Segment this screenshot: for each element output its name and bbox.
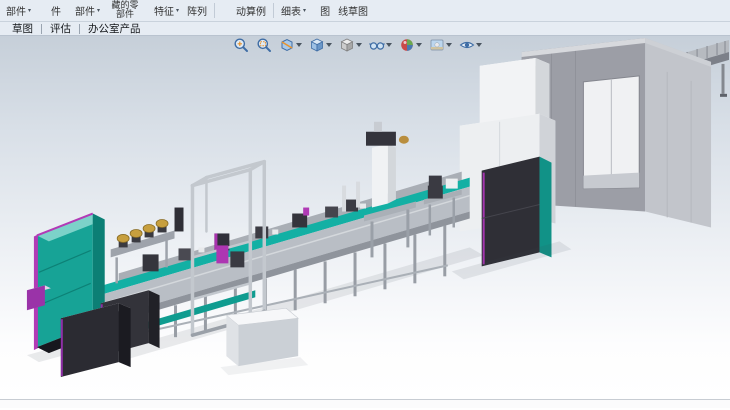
section-view-icon [279,37,295,53]
dropdown-arrow-icon [416,43,422,47]
section-view-button[interactable] [278,36,303,54]
dropdown-arrow-icon [326,43,332,47]
view-settings-button[interactable] [458,36,483,54]
ribbon-button-motion-study[interactable]: 动算例 [232,0,270,21]
graphics-viewport[interactable] [0,36,730,399]
ribbon-button-label: 件 [51,3,61,18]
zoom-area-icon [256,37,272,53]
tab-evaluate[interactable]: 评估 [42,22,79,35]
display-style-icon [339,37,355,53]
view-settings-icon [459,37,475,53]
dropdown-arrow-icon: ▾ [97,7,100,14]
ribbon-button-exploded-view[interactable]: 图 [316,0,334,21]
zoom-fit-button[interactable] [232,36,250,54]
solidworks-window: 部件 ▾ 件 部件 ▾ 藏的零部件 特征 ▾ 阵列 动算例 细表 ▾ 图 [0,0,730,410]
dropdown-arrow-icon [296,43,302,47]
heads-up-view-toolbar [232,36,483,54]
ribbon-button-bill-of-materials[interactable]: 细表 ▾ [277,0,310,21]
tab-office-products[interactable]: 办公室产品 [80,22,149,35]
edit-appearance-button[interactable] [398,36,423,54]
ribbon-button-explode-line-sketch[interactable]: 线草图 [334,0,372,21]
ribbon-button-label: 细表 [281,3,301,18]
ribbon-button-label: 部件 [75,3,95,18]
ribbon-button-mate[interactable]: 件 [47,0,65,21]
ribbon-button-label: 部件 [6,3,26,18]
zoom-area-button[interactable] [255,36,273,54]
ribbon-button-label: 阵列 [187,3,207,18]
dropdown-arrow-icon [386,43,392,47]
ribbon-button-pattern[interactable]: 阵列 [183,0,211,21]
ribbon-button-label: 特征 [154,3,174,18]
status-bar [0,399,730,408]
dropdown-arrow-icon: ▾ [303,7,306,14]
dropdown-arrow-icon: ▾ [176,7,179,14]
white-table [220,308,308,375]
view-orientation-button[interactable] [308,36,333,54]
dropdown-arrow-icon [356,43,362,47]
ribbon-button-label: 图 [320,3,330,18]
dropdown-arrow-icon: ▾ [28,7,31,14]
ribbon-button-insert-component[interactable]: 部件 ▾ [2,0,35,21]
apply-scene-icon [429,37,445,53]
ribbon-toolbar: 部件 ▾ 件 部件 ▾ 藏的零部件 特征 ▾ 阵列 动算例 细表 ▾ 图 [0,0,730,22]
dropdown-arrow-icon [476,43,482,47]
commandmanager-tabs: 草图 评估 办公室产品 [0,22,730,36]
display-style-button[interactable] [338,36,363,54]
ribbon-separator [273,3,274,18]
dropdown-arrow-icon [446,43,452,47]
ribbon-separator [214,3,215,18]
hide-show-items-icon [369,37,385,53]
edit-appearance-icon [399,37,415,53]
apply-scene-button[interactable] [428,36,453,54]
ribbon-button-assembly-features[interactable]: 特征 ▾ [150,0,183,21]
view-orientation-icon [309,37,325,53]
ribbon-button-label: 线草图 [338,3,368,18]
zoom-fit-icon [233,37,249,53]
ribbon-button-component-pattern[interactable]: 部件 ▾ [71,0,104,21]
ribbon-button-show-hidden-components[interactable]: 藏的零部件 [106,0,144,21]
assembly-3d-model [0,36,730,399]
tab-sketch[interactable]: 草图 [4,22,41,35]
ribbon-button-label: 动算例 [236,3,266,18]
ribbon-button-label: 藏的零部件 [110,2,140,20]
hide-show-items-button[interactable] [368,36,393,54]
